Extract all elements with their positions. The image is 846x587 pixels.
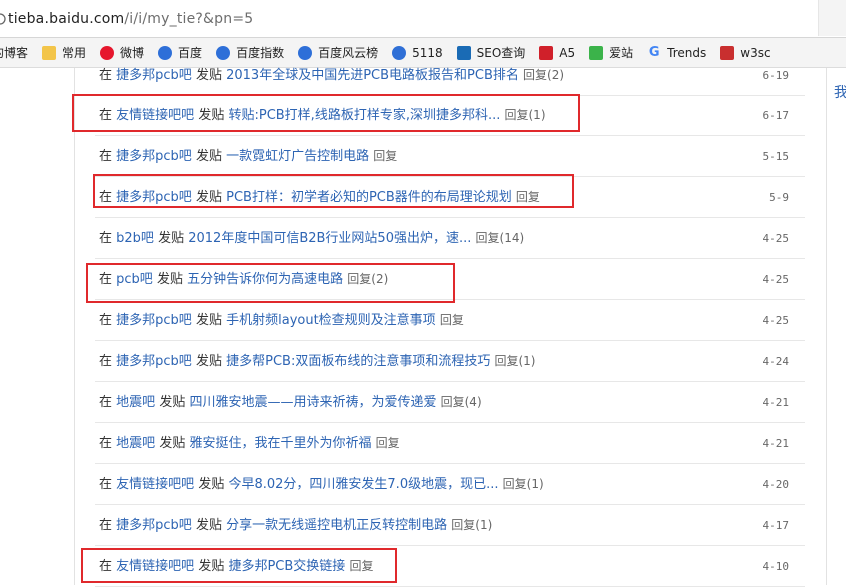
highlight-box [93,174,574,208]
post-date: 6-17 [762,109,790,122]
post-row: 在 捷多邦pcb吧 发贴 分享一款无线遥控电机正反转控制电路 回复(1) 4-17 [95,505,805,546]
post-date: 5-9 [769,191,789,204]
post-row: 在 地震吧 发贴 雅安挺住，我在千里外为你祈福 回复 4-21 [95,423,805,464]
post-row: 在 地震吧 发贴 四川雅安地震——用诗来祈祷，为爱传递爱 回复(4) 4-21 [95,382,805,423]
post-row: 在 捷多邦pcb吧 发贴 手机射频layout检查规则及注意事项 回复 4-25 [95,300,805,341]
post-summary: 在 b2b吧 发贴 2012年度中国可信B2B行业网站50强出炉，速... 回复… [99,218,524,259]
reply-count[interactable]: 回复 [440,313,464,327]
post-prefix: 在 [99,313,113,328]
post-summary: 在 地震吧 发贴 雅安挺住，我在千里外为你祈福 回复 [99,423,400,464]
post-prefix: 在 [99,149,113,164]
page-info-icon[interactable] [0,13,7,25]
post-prefix: 在 [99,354,113,369]
column-border-left [74,68,75,585]
post-prefix: 在 [99,477,113,492]
post-title-link[interactable]: 分享一款无线遥控电机正反转控制电路 [226,518,447,533]
post-summary: 在 地震吧 发贴 四川雅安地震——用诗来祈祷，为爱传递爱 回复(4) [99,382,482,423]
post-date: 4-17 [762,519,790,532]
post-summary: 在 捷多邦pcb吧 发贴 捷多帮PCB:双面板布线的注意事项和流程技巧 回复(1… [99,341,535,382]
post-row: 在 b2b吧 发贴 2012年度中国可信B2B行业网站50强出炉，速... 回复… [95,218,805,259]
post-action: 发贴 [158,231,185,246]
forum-link[interactable]: 捷多邦pcb吧 [116,354,192,369]
post-prefix: 在 [99,395,113,410]
bookmark-common[interactable]: 常用 [42,44,86,61]
post-summary: 在 捷多邦pcb吧 发贴 一款霓虹灯广告控制电路 回复 [99,136,397,177]
post-title-link[interactable]: 手机射频layout检查规则及注意事项 [226,313,436,328]
post-prefix: 在 [99,68,113,83]
post-row: 在 捷多邦pcb吧 发贴 一款霓虹灯广告控制电路 回复 5-15 [95,136,805,177]
post-summary: 在 捷多邦pcb吧 发贴 手机射频layout检查规则及注意事项 回复 [99,300,464,341]
address-bar[interactable]: tieba.baidu.com/i/i/my_tie?&pn=5 [0,0,846,38]
forum-link[interactable]: 捷多邦pcb吧 [116,68,192,83]
post-date: 5-15 [762,150,790,163]
bookmark-blog[interactable]: 的博客 [0,44,28,61]
bookmark-label: 的博客 [0,46,29,60]
bookmark-label: 常用 [62,46,87,60]
reply-count[interactable]: 回复(4) [441,395,482,409]
post-date: 4-21 [762,437,790,450]
post-title-link[interactable]: 雅安挺住，我在千里外为你祈福 [189,436,371,451]
forum-link[interactable]: 地震吧 [116,395,155,410]
post-action: 发贴 [195,518,222,533]
url-path: /i/i/my_tie?&pn=5 [124,11,254,27]
folder-icon [42,45,57,60]
post-title-link[interactable]: 2013年全球及中国先进PCB电路板报告和PCB排名 [226,68,519,83]
post-date: 4-24 [762,355,790,368]
highlight-box [72,94,580,132]
reply-count[interactable]: 回复(1) [503,477,544,491]
post-title-link[interactable]: 捷多帮PCB:双面板布线的注意事项和流程技巧 [226,354,490,369]
sidebar-text[interactable]: 我 [834,82,846,102]
post-action: 发贴 [159,395,186,410]
url-host: tieba.baidu.com [8,11,125,27]
address-bar-end [818,0,846,36]
post-summary: 在 捷多邦pcb吧 发贴 分享一款无线遥控电机正反转控制电路 回复(1) [99,505,492,546]
url-text[interactable]: tieba.baidu.com/i/i/my_tie?&pn=5 [8,11,253,27]
reply-count[interactable]: 回复(1) [494,354,535,368]
reply-count[interactable]: 回复(14) [476,231,525,245]
post-action: 发贴 [195,149,222,164]
reply-count[interactable]: 回复 [376,436,400,450]
post-action: 发贴 [195,68,222,83]
reply-count[interactable]: 回复 [373,149,397,163]
post-action: 发贴 [195,354,222,369]
forum-link[interactable]: b2b吧 [116,231,154,246]
post-row: 在 捷多邦pcb吧 发贴 捷多帮PCB:双面板布线的注意事项和流程技巧 回复(1… [95,341,805,382]
post-summary: 在 友情链接吧吧 发贴 今早8.02分，四川雅安发生7.0级地震，现已... 回… [99,464,544,505]
post-row: 在 捷多邦pcb吧 发贴 2013年全球及中国先进PCB电路板报告和PCB排名 … [95,55,805,96]
post-prefix: 在 [99,231,113,246]
post-action: 发贴 [159,436,186,451]
post-action: 发贴 [195,313,222,328]
forum-link[interactable]: 友情链接吧吧 [116,477,194,492]
post-title-link[interactable]: 四川雅安地震——用诗来祈祷，为爱传递爱 [189,395,436,410]
post-date: 4-10 [762,560,790,573]
highlight-box [86,263,455,303]
post-date: 4-25 [762,232,790,245]
post-date: 4-25 [762,314,790,327]
post-date: 4-25 [762,273,790,286]
reply-count[interactable]: 回复(1) [451,518,492,532]
column-border-right [826,68,827,585]
post-action: 发贴 [198,477,225,492]
forum-link[interactable]: 捷多邦pcb吧 [116,313,192,328]
post-date: 6-19 [762,69,790,82]
reply-count[interactable]: 回复(2) [523,68,564,82]
highlight-box [81,548,397,583]
post-title-link[interactable]: 今早8.02分，四川雅安发生7.0级地震，现已... [228,477,498,492]
post-prefix: 在 [99,518,113,533]
forum-link[interactable]: 捷多邦pcb吧 [116,518,192,533]
post-row: 在 友情链接吧吧 发贴 今早8.02分，四川雅安发生7.0级地震，现已... 回… [95,464,805,505]
post-title-link[interactable]: 一款霓虹灯广告控制电路 [226,149,369,164]
post-title-link[interactable]: 2012年度中国可信B2B行业网站50强出炉，速... [188,231,471,246]
post-date: 4-21 [762,396,790,409]
post-prefix: 在 [99,436,113,451]
forum-link[interactable]: 捷多邦pcb吧 [116,149,192,164]
post-date: 4-20 [762,478,790,491]
post-list-area: 我 在 捷多邦pcb吧 发贴 2013年全球及中国先进PCB电路板报告和PCB排… [0,68,846,587]
forum-link[interactable]: 地震吧 [116,436,155,451]
post-summary: 在 捷多邦pcb吧 发贴 2013年全球及中国先进PCB电路板报告和PCB排名 … [99,55,564,96]
